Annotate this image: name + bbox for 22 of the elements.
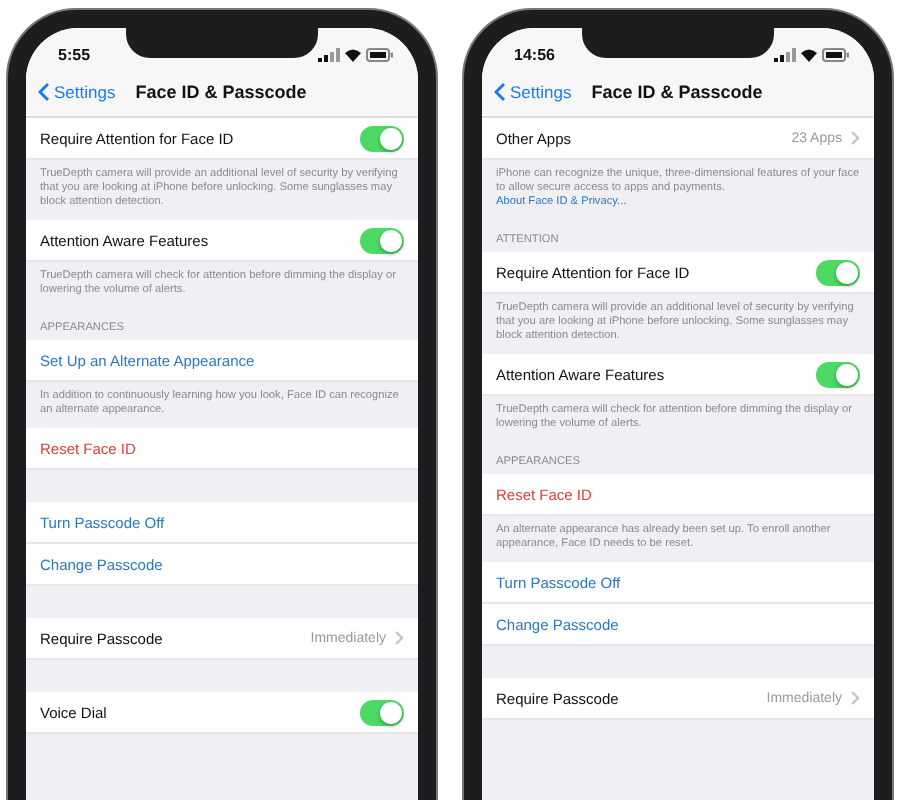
back-chevron-icon	[494, 82, 506, 102]
chevron-right-icon	[850, 690, 860, 706]
toggle-switch[interactable]	[360, 125, 404, 151]
toggle-switch[interactable]	[816, 259, 860, 285]
chevron-right-icon	[394, 630, 404, 646]
battery-icon	[822, 47, 850, 61]
toggle-switch[interactable]	[360, 699, 404, 725]
signal-icon	[318, 47, 340, 61]
battery-icon	[366, 47, 394, 61]
wifi-icon	[800, 47, 818, 61]
chevron-right-icon	[850, 130, 860, 146]
back-button[interactable]: Settings	[38, 82, 116, 102]
status-time: 5:55	[58, 45, 91, 63]
nav-title: Face ID & Passcode	[135, 82, 307, 102]
toggle-switch[interactable]	[816, 361, 860, 387]
signal-icon	[774, 47, 796, 61]
wifi-icon	[344, 47, 362, 61]
back-button[interactable]: Settings	[494, 82, 572, 102]
nav-title: Face ID & Passcode	[591, 82, 763, 102]
back-chevron-icon	[38, 82, 50, 102]
toggle-switch[interactable]	[360, 227, 404, 253]
status-time: 14:56	[514, 45, 555, 63]
